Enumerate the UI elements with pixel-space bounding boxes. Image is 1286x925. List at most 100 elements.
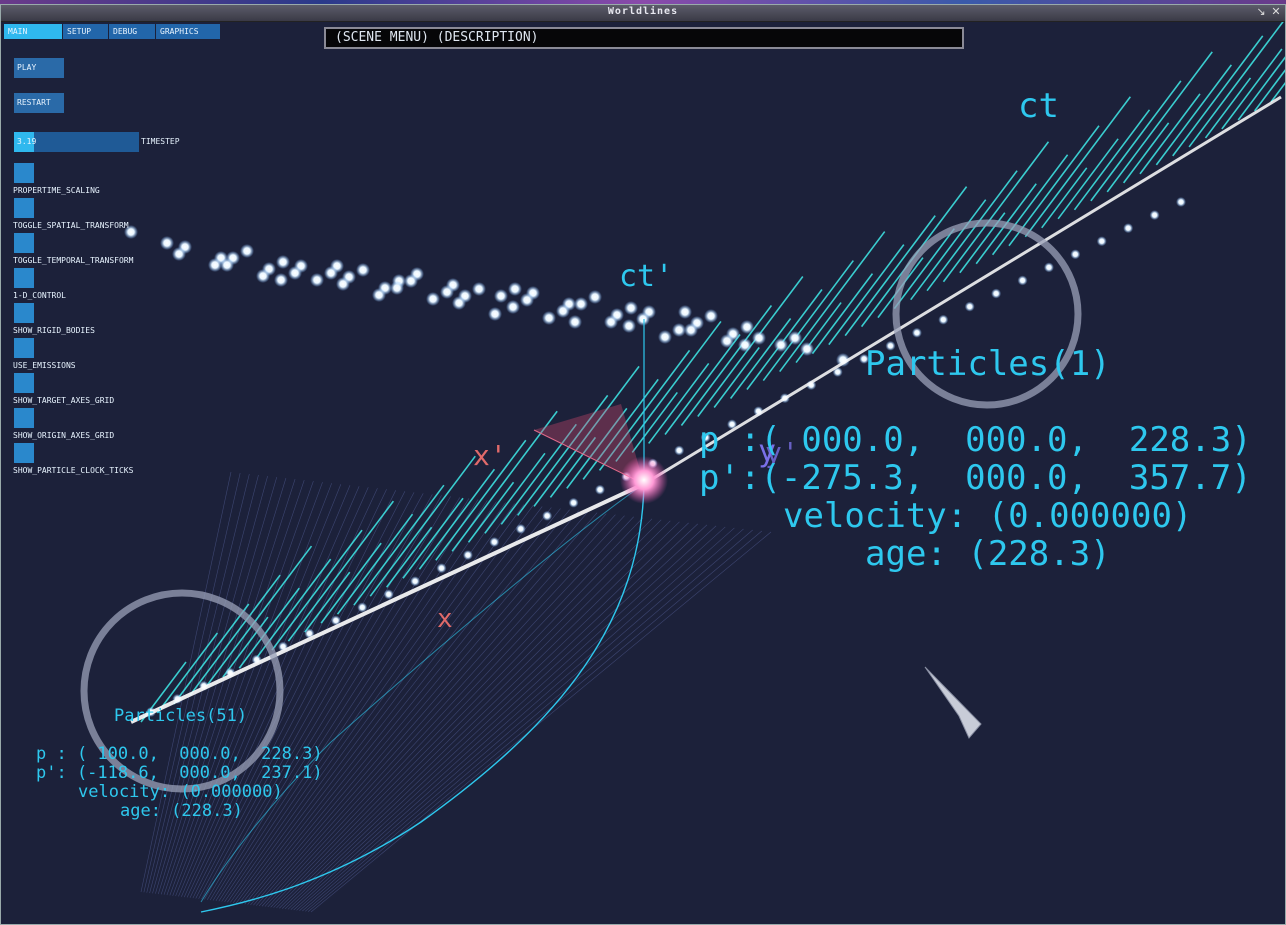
particle-dot	[404, 274, 418, 288]
axis-label-ct-prime: ct'	[619, 259, 674, 294]
particle-dot	[452, 296, 466, 310]
particle-dot	[738, 338, 752, 352]
particle-dot	[788, 331, 802, 345]
tab-main[interactable]: MAIN	[4, 24, 62, 39]
app-window: Worldlines ↘ ✕ ct ct' x' x y y' Particle…	[0, 4, 1286, 925]
timestep-slider[interactable]: 3.19	[14, 132, 139, 152]
particle-dot	[911, 327, 922, 338]
particle-dot	[426, 292, 440, 306]
worldline	[276, 519, 662, 909]
particle-dot	[356, 263, 370, 277]
particle-dot	[324, 266, 338, 280]
particle-dot	[556, 304, 570, 318]
particle-dot	[276, 255, 290, 269]
particle-streak	[942, 141, 1050, 283]
worldline	[169, 482, 323, 896]
particle-streak	[287, 500, 395, 642]
particle-dot	[594, 484, 605, 495]
particle-dot	[1149, 210, 1160, 221]
particle-dot	[508, 282, 522, 296]
axis-label-x-prime: x'	[473, 439, 507, 472]
tab-graphics[interactable]: GRAPHICS	[156, 24, 220, 39]
toggle-1d-control[interactable]	[14, 268, 34, 288]
tab-debug[interactable]: DEBUG	[109, 24, 155, 39]
worldline	[215, 498, 470, 901]
particle-dot	[1070, 249, 1081, 260]
particle-dot	[604, 315, 618, 329]
particle-dot	[678, 305, 692, 319]
particle-dot	[568, 497, 579, 508]
particle-dot	[390, 281, 404, 295]
particle-dot	[720, 334, 734, 348]
axis-label-ct: ct	[1018, 86, 1059, 126]
toggle-temporal-transform[interactable]	[14, 233, 34, 253]
timestep-value: 3.19	[17, 137, 37, 146]
worldline	[273, 518, 653, 908]
camera-cursor-icon	[924, 666, 982, 739]
toggle-use-emissions-label: USE_EMISSIONS	[13, 361, 76, 370]
worldline	[293, 525, 717, 911]
tab-setup[interactable]: SETUP	[63, 24, 108, 39]
particle-streak	[418, 468, 496, 570]
particle-dot	[288, 266, 302, 280]
toggle-spatial-transform-label: TOGGLE_SPATIAL_TRANSFORM	[13, 221, 129, 230]
particle-dot	[1043, 262, 1054, 273]
particle-dot	[800, 342, 814, 356]
particle-dot	[488, 307, 502, 321]
particle-streak	[386, 526, 433, 588]
worldline	[310, 531, 772, 913]
particle-streak	[811, 273, 874, 355]
toggle-show-target-axes-grid[interactable]	[14, 373, 34, 393]
worldline	[253, 511, 589, 906]
particle-dot	[1096, 236, 1107, 247]
window-title: Worldlines	[607, 6, 679, 17]
restart-button[interactable]: RESTART	[14, 93, 64, 113]
worldline	[201, 493, 424, 900]
minimize-icon[interactable]: ↘	[1255, 6, 1267, 18]
particle-1-p-prime: p':(-275.3, 000.0, 357.7)	[699, 458, 1252, 498]
particle-streak	[926, 170, 1018, 292]
worldline	[256, 512, 598, 906]
particle-dot	[160, 236, 174, 250]
particle-dot	[542, 311, 556, 325]
particle-dot	[208, 258, 222, 272]
particle-dot	[436, 563, 447, 574]
particle-dot	[568, 315, 582, 329]
play-button[interactable]: PLAY	[14, 58, 64, 78]
particle-51-velocity: velocity: (0.000000)	[78, 782, 283, 802]
toggle-propertime-scaling[interactable]	[14, 163, 34, 183]
title-bar[interactable]: Worldlines ↘ ✕	[1, 5, 1285, 22]
toggle-use-emissions[interactable]	[14, 338, 34, 358]
worldline	[244, 508, 561, 905]
particle-streak	[828, 244, 905, 346]
particle-streak	[1221, 48, 1283, 130]
particle-dot	[506, 300, 520, 314]
particle-dot	[672, 323, 686, 337]
particle-dot	[336, 277, 350, 291]
particle-streak	[729, 318, 792, 400]
particle-dot	[658, 330, 672, 344]
particle-dot	[704, 309, 718, 323]
particle-streak	[467, 481, 515, 543]
particle-dot	[674, 445, 685, 456]
particle-dot	[383, 589, 394, 600]
worldline	[238, 506, 543, 904]
toggle-spatial-transform[interactable]	[14, 198, 34, 218]
toggle-1d-control-label: 1-D_CONTROL	[13, 291, 66, 300]
toggle-show-rigid-bodies[interactable]	[14, 303, 34, 323]
scene-viewport[interactable]: ct ct' x' x y y' Particles(1) p :( 000.0…	[1, 22, 1285, 924]
toggle-show-particle-clock-ticks[interactable]	[14, 443, 34, 463]
particle-dot	[542, 510, 553, 521]
particle-dot	[1176, 197, 1186, 207]
particle-streak	[1188, 22, 1284, 148]
axis-label-x: x	[437, 604, 453, 634]
scene-description-bar[interactable]: (SCENE MENU) (DESCRIPTION)	[324, 27, 964, 49]
toggle-show-origin-axes-grid[interactable]	[14, 408, 34, 428]
particle-1-age: age: (228.3)	[865, 534, 1111, 574]
particle-dot	[520, 293, 534, 307]
particle-streak	[271, 529, 363, 651]
worldline	[166, 481, 314, 896]
particle-dot	[472, 282, 486, 296]
close-icon[interactable]: ✕	[1270, 6, 1282, 18]
particle-dot	[515, 523, 526, 534]
